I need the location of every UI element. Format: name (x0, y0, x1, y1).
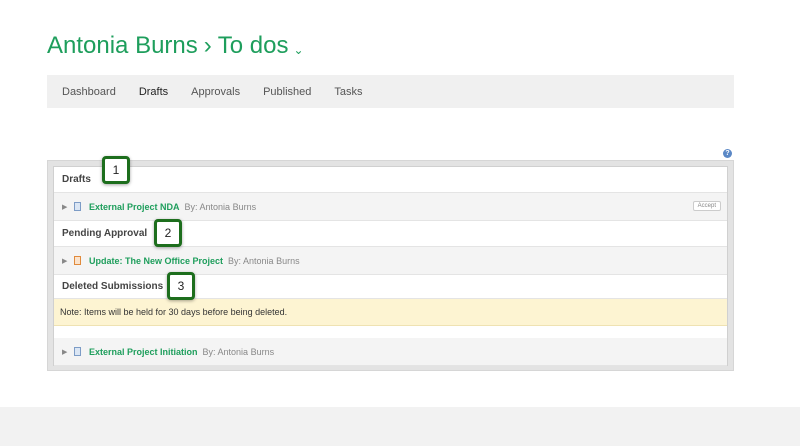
item-title-link[interactable]: External Project Initiation (89, 347, 198, 357)
tab-tasks[interactable]: Tasks (334, 86, 362, 98)
tab-drafts[interactable]: Drafts (139, 86, 168, 98)
document-icon (74, 256, 81, 265)
breadcrumb-section[interactable]: To dos (218, 32, 289, 60)
help-icon[interactable]: ? (723, 149, 732, 158)
tab-published[interactable]: Published (263, 86, 311, 98)
callout-badge-2: 2 (154, 219, 182, 247)
item-author: By: Antonia Burns (184, 201, 257, 212)
expand-caret-icon[interactable]: ▶ (62, 348, 74, 356)
section-drafts-header: Drafts (54, 167, 727, 193)
tab-approvals[interactable]: Approvals (191, 86, 240, 98)
expand-caret-icon[interactable]: ▶ (62, 203, 74, 211)
item-title-link[interactable]: Update: The New Office Project (89, 256, 223, 266)
document-icon (74, 347, 81, 356)
expand-caret-icon[interactable]: ▶ (62, 257, 74, 265)
item-title-link[interactable]: External Project NDA (89, 202, 180, 212)
breadcrumb-separator: › (203, 32, 212, 59)
item-author: By: Antonia Burns (228, 255, 300, 266)
deletion-note: Note: Items will be held for 30 days bef… (54, 299, 727, 326)
tab-bar: Dashboard Drafts Approvals Published Tas… (47, 75, 734, 108)
callout-badge-1: 1 (102, 156, 130, 184)
document-icon (74, 202, 81, 211)
tab-dashboard[interactable]: Dashboard (62, 86, 116, 98)
page-footer (0, 407, 800, 446)
page-title: Antonia Burns › To dos ⌄ (47, 32, 304, 60)
callout-badge-3: 3 (167, 272, 195, 300)
list-item-deleted[interactable]: ▶ External Project Initiation By: Antoni… (54, 338, 727, 366)
chevron-down-icon[interactable]: ⌄ (293, 43, 303, 57)
todo-panel: Drafts ▶ External Project NDA By: Antoni… (47, 160, 734, 371)
section-deleted-header: Deleted Submissions (54, 275, 727, 299)
breadcrumb-user[interactable]: Antonia Burns (47, 32, 198, 60)
list-item-pending[interactable]: ▶ Update: The New Office Project By: Ant… (54, 247, 727, 275)
todo-panel-inner: Drafts ▶ External Project NDA By: Antoni… (53, 166, 728, 366)
list-item-draft[interactable]: ▶ External Project NDA By: Antonia Burns… (54, 193, 727, 221)
accept-button[interactable]: Accept (692, 201, 721, 211)
item-author: By: Antonia Burns (202, 346, 275, 357)
